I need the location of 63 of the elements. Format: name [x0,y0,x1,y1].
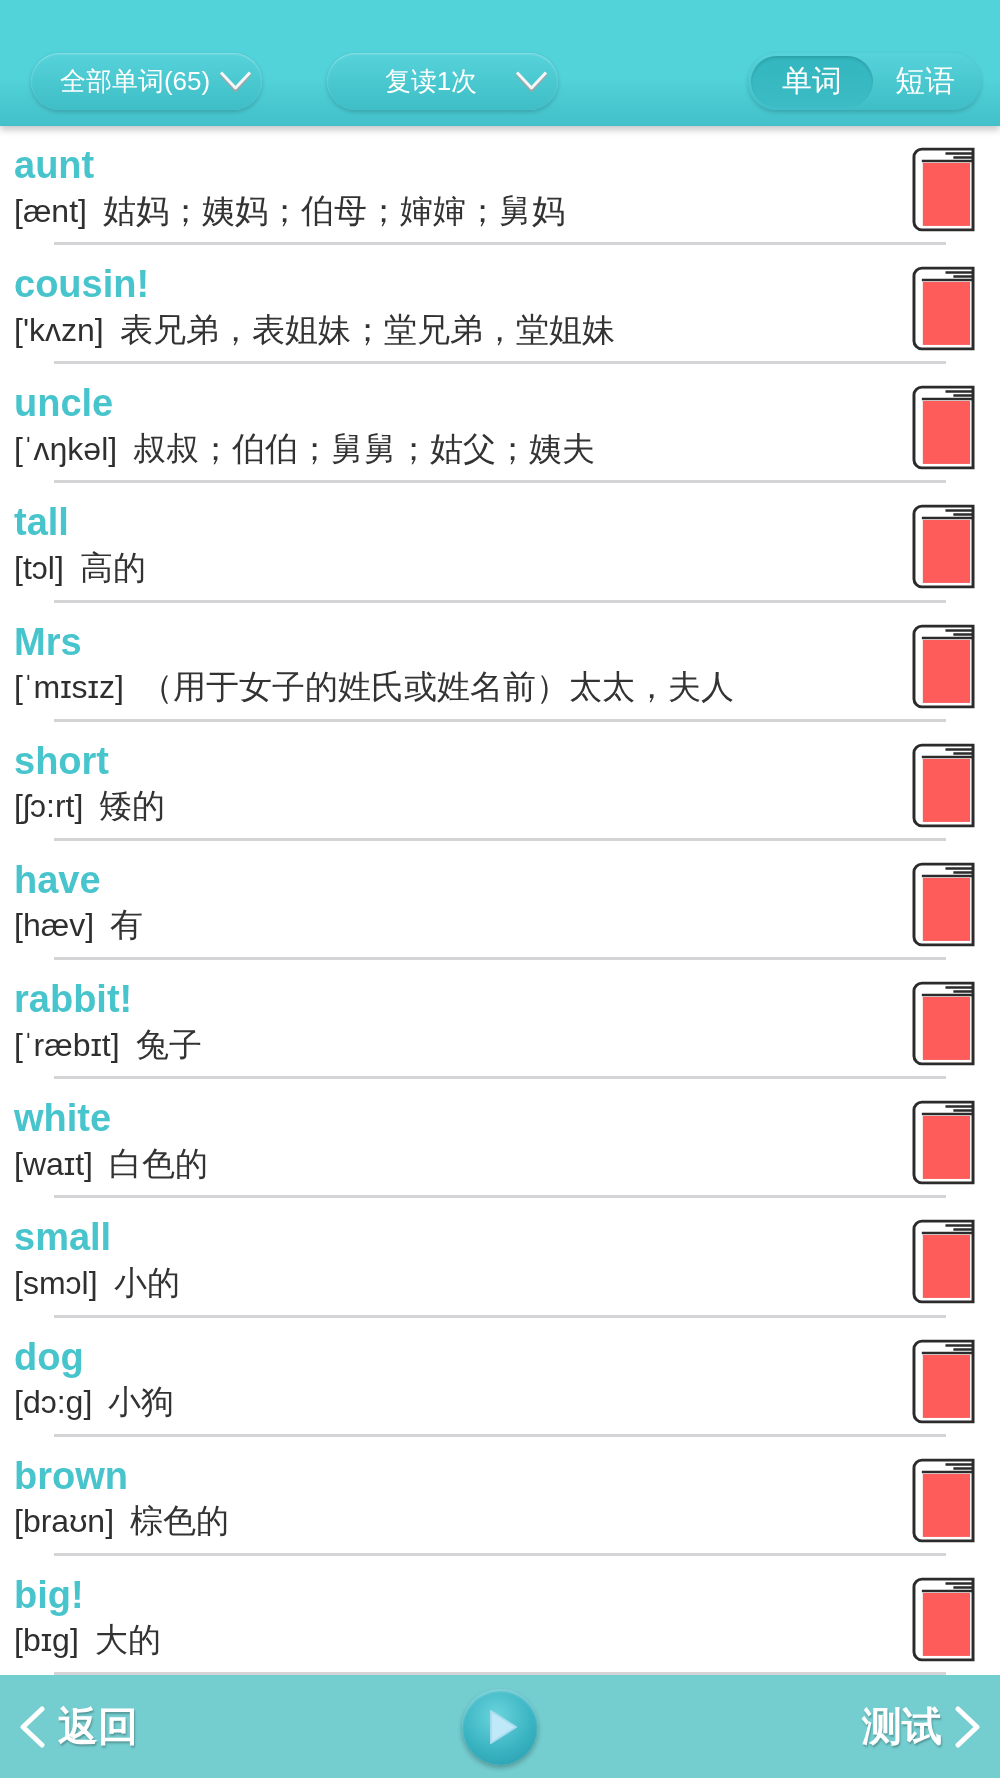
word-text: uncle [14,381,114,427]
book-icon[interactable] [912,981,975,1067]
word-text: cousin! [14,262,150,308]
meaning-text: 姑妈；姨妈；伯母；婶婶；舅妈 [102,190,565,231]
chevron-right-icon [954,1705,982,1748]
phonetic-text: ['kʌzn] [14,311,104,349]
meaning-text: 叔叔；伯伯；舅舅；姑父；姨夫 [133,428,596,469]
book-icon[interactable] [912,504,975,590]
phonetic-text: [hæv] [14,907,95,945]
word-text: Mrs [14,619,82,665]
book-icon[interactable] [912,861,975,947]
meaning-text: 表兄弟，表姐妹；堂兄弟，堂姐妹 [119,309,615,350]
phonetic-text: [bɪg] [14,1622,79,1660]
meaning-text: 兔子 [135,1024,202,1065]
test-button[interactable]: 测试 [862,1699,982,1754]
phonetic-text: [ænt] [14,192,87,230]
meaning-text: 有 [110,905,144,946]
phonetic-text: [tɔl] [14,549,64,587]
phonetic-text: [ˈʌŋkəl] [14,430,118,468]
meaning-text: 矮的 [99,786,166,827]
phonetic-text: [braʊn] [14,1503,114,1541]
word-text: big! [14,1572,84,1618]
chevron-down-icon [219,70,252,93]
book-icon[interactable] [912,1457,975,1543]
word-text: brown [14,1453,128,1499]
filter-dropdown[interactable]: 全部单词(65) [31,53,262,110]
word-text: have [14,857,101,903]
meaning-text: 白色的 [108,1143,208,1184]
play-icon [488,1708,518,1745]
book-icon[interactable] [912,742,975,828]
phonetic-text: [ˈræbɪt] [14,1026,120,1064]
meaning-text: 棕色的 [130,1501,229,1542]
chevron-left-icon [18,1705,46,1748]
word-text: rabbit! [14,977,133,1023]
word-text: small [14,1215,112,1261]
word-text: aunt [14,143,95,188]
meaning-text: （用于女子的姓氏或姓名前）太太，夫人 [139,667,734,708]
phonetic-text: [ˈmɪsɪz] [14,669,124,707]
book-icon[interactable] [912,1219,975,1305]
book-icon[interactable] [912,1338,975,1424]
word-text: white [14,1096,112,1142]
phonetic-text: [waɪt] [14,1145,93,1183]
book-icon[interactable] [912,1576,975,1662]
meaning-text: 高的 [79,547,146,588]
phonetic-text: [ʃɔ:rt] [14,788,84,826]
phonetic-text: [smɔl] [14,1264,98,1302]
word-text: short [14,738,109,784]
mode-tab[interactable]: 单词 [751,56,873,107]
word-text: tall [14,500,69,546]
word-text: dog [14,1334,84,1380]
mode-tab[interactable]: 短语 [872,56,978,107]
repeat-dropdown[interactable]: 复读1次 [327,53,558,110]
meaning-text: 小狗 [108,1382,175,1423]
meaning-text: 大的 [94,1620,161,1661]
phonetic-text: [dɔ:g] [14,1384,93,1422]
meaning-text: 小的 [113,1262,180,1303]
book-icon[interactable] [912,623,975,709]
book-icon[interactable] [912,1100,975,1186]
chevron-down-icon [515,70,548,93]
book-icon[interactable] [912,385,975,471]
back-button[interactable]: 返回 [18,1699,138,1754]
book-icon[interactable] [912,147,975,232]
book-icon[interactable] [912,266,975,352]
